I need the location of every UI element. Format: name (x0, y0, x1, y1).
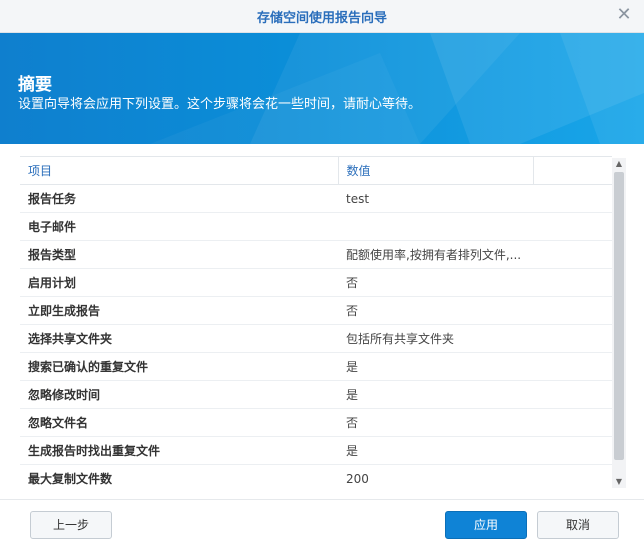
row-value: 包括所有共享文件夹 (338, 324, 612, 353)
table-row[interactable]: 最大复制文件数 200 (20, 464, 612, 488)
table-header-row: 项目 数值 (20, 156, 612, 185)
row-key: 忽略修改时间 (20, 380, 338, 409)
row-key: 搜索已确认的重复文件 (20, 352, 338, 381)
row-key: 选择共享文件夹 (20, 324, 338, 353)
footer: 上一步 应用 取消 (0, 499, 644, 545)
row-key: 报告任务 (20, 184, 338, 213)
table-row[interactable]: 生成报告时找出重复文件是 (20, 436, 612, 465)
banner-title: 摘要 (18, 75, 52, 95)
title-bar: 存储空间使用报告向导 ✕ (0, 0, 644, 33)
row-key: 报告类型 (20, 240, 338, 269)
row-value: 是 (338, 436, 612, 465)
row-key: 忽略文件名 (20, 408, 338, 437)
row-value: 是 (338, 352, 612, 381)
row-key: 最大复制文件数 (20, 464, 338, 488)
summary-table: 项目 数值 报告任务 test 电子邮件 报告类型 配额使用率,按拥有者排列文件,...… (20, 156, 612, 488)
scroll-down-icon[interactable]: ▼ (612, 476, 626, 488)
apply-button[interactable]: 应用 (445, 511, 527, 539)
close-icon[interactable]: ✕ (614, 5, 634, 25)
row-value: 是 (338, 380, 612, 409)
row-key: 立即生成报告 (20, 296, 338, 325)
table-row[interactable]: 立即生成报告否 (20, 296, 612, 325)
column-header-spacer (533, 156, 612, 185)
back-button[interactable]: 上一步 (30, 511, 112, 539)
table-row[interactable]: 忽略文件名否 (20, 408, 612, 437)
table-row[interactable]: 启用计划否 (20, 268, 612, 297)
vertical-scrollbar[interactable]: ▲ ▼ (612, 158, 626, 488)
table-row[interactable]: 选择共享文件夹 包括所有共享文件夹 (20, 324, 612, 353)
column-header-item[interactable]: 项目 (20, 156, 339, 185)
banner-subtitle: 设置向导将会应用下列设置。这个步骤将会花一些时间，请耐心等待。 (18, 97, 422, 112)
banner-decoration (150, 33, 644, 144)
row-value: 否 (338, 268, 612, 297)
row-key: 电子邮件 (20, 212, 338, 241)
row-key: 启用计划 (20, 268, 338, 297)
table-row[interactable]: 忽略修改时间是 (20, 380, 612, 409)
cancel-button[interactable]: 取消 (537, 511, 619, 539)
window-title: 存储空间使用报告向导 (256, 11, 387, 26)
row-value: 200 (338, 464, 612, 488)
table-row[interactable]: 报告类型 配额使用率,按拥有者排列文件,... (20, 240, 612, 269)
table-row[interactable]: 报告任务 test (20, 184, 612, 213)
scrollbar-thumb[interactable] (614, 172, 624, 460)
summary-banner: 摘要 设置向导将会应用下列设置。这个步骤将会花一些时间，请耐心等待。 (0, 33, 644, 144)
row-key: 生成报告时找出重复文件 (20, 436, 338, 465)
row-value: test (338, 184, 612, 213)
row-value: 否 (338, 408, 612, 437)
column-header-value[interactable]: 数值 (338, 156, 534, 185)
table-row[interactable]: 搜索已确认的重复文件是 (20, 352, 612, 381)
scroll-up-icon[interactable]: ▲ (612, 158, 626, 170)
table-row[interactable]: 电子邮件 (20, 212, 612, 241)
row-value (338, 212, 612, 241)
row-value: 配额使用率,按拥有者排列文件,... (338, 240, 612, 269)
row-value: 否 (338, 296, 612, 325)
